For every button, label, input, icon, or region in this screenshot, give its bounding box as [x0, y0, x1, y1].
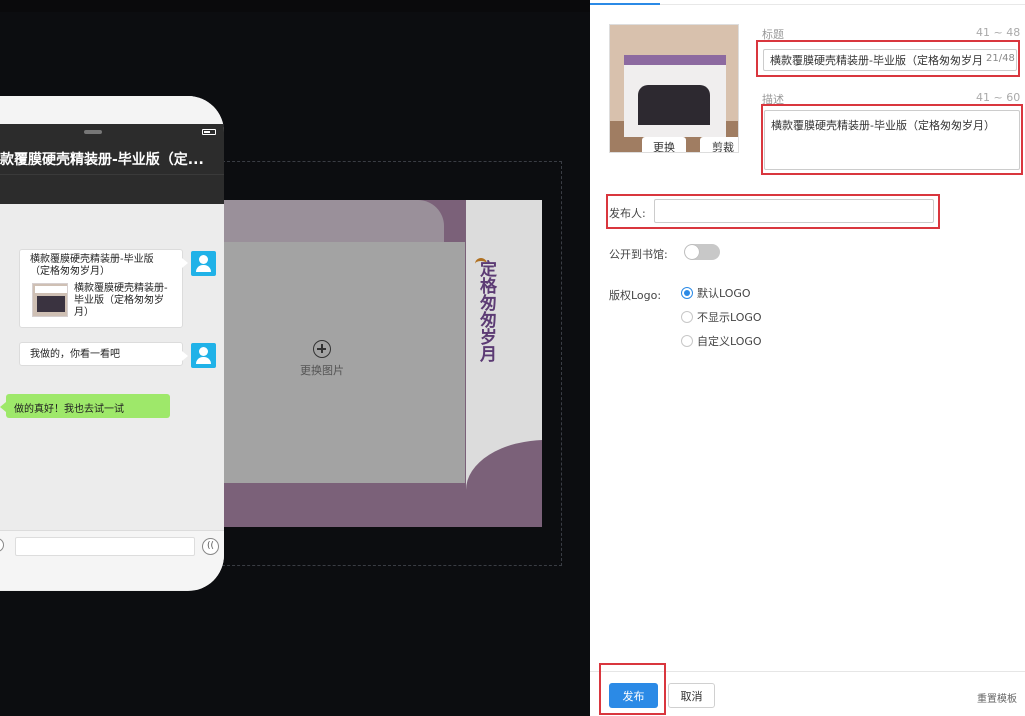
public-library-label: 公开到书馆: — [609, 248, 668, 261]
battery-icon — [202, 129, 216, 135]
friend-message: 做的真好！我也去试一试 — [0, 394, 170, 418]
share-card-thumbnail — [32, 283, 68, 317]
speaker-icon — [84, 130, 102, 134]
radio-icon[interactable] — [681, 311, 693, 323]
copyright-logo-label: 版权Logo: — [609, 289, 662, 302]
publisher-input[interactable] — [654, 199, 934, 223]
cancel-button[interactable]: 取消 — [668, 683, 715, 708]
logo-option-custom[interactable]: 自定义LOGO — [681, 335, 762, 351]
user-avatar-icon — [191, 251, 216, 276]
title-char-count: 21/48 — [986, 53, 1015, 64]
replace-image-label: 更换图片 — [300, 364, 344, 377]
reset-template-link[interactable]: 重置模板 — [977, 690, 1017, 705]
image-placeholder[interactable]: 更换图片 — [222, 242, 465, 483]
replace-image-button[interactable]: 更换图片 — [262, 340, 382, 378]
reply-message: 我做的，你看一看吧 — [19, 342, 188, 366]
cover-preview[interactable]: 定格匆匆岁月 更换图片 — [222, 200, 542, 527]
user-avatar-icon — [191, 343, 216, 368]
share-card-title: 横款覆膜硬壳精装册-毕业版（定格匆匆岁月） — [30, 254, 154, 277]
bubble-tail-icon — [182, 351, 188, 361]
phone-status-bar — [0, 124, 224, 140]
publish-settings-panel: 更换 剪裁 标题 41 ~ 48 21/48 描述 41 ~ 60 横款覆膜硬壳… — [590, 0, 1025, 716]
description-length-range: 41 ~ 60 — [976, 91, 1021, 104]
phone-preview: 款覆膜硬壳精装册-毕业版（定... 横款覆膜硬壳精装册-毕业版（定格匆匆岁月） … — [0, 96, 224, 591]
title-input[interactable] — [763, 49, 1017, 71]
thumbnail-book-band — [624, 55, 726, 65]
logo-option-none[interactable]: 不显示LOGO — [681, 311, 762, 327]
cover-thumbnail: 更换 剪裁 — [609, 24, 739, 153]
plus-circle-icon — [313, 340, 331, 358]
friend-message-text: 做的真好！我也去试一试 — [14, 404, 124, 415]
logo-option-default[interactable]: 默认LOGO — [681, 287, 751, 303]
replace-cover-button[interactable]: 更换 — [642, 137, 686, 152]
crop-cover-button[interactable]: 剪裁 — [700, 137, 738, 152]
editor-canvas: 定格匆匆岁月 更换图片 款覆膜硬壳精装册-毕业版（定... 横款覆膜硬壳精装册-… — [0, 0, 590, 716]
share-card-message: 横款覆膜硬壳精装册-毕业版（定格匆匆岁月） 横款覆膜硬壳精装册-毕业版（定格匆匆… — [19, 249, 188, 328]
radio-icon[interactable] — [681, 335, 693, 347]
bubble-tail-icon — [0, 402, 6, 412]
canvas-top-strip — [0, 0, 590, 12]
publisher-label: 发布人: — [609, 207, 646, 220]
phone-sub-bar — [0, 174, 224, 204]
publish-button[interactable]: 发布 — [609, 683, 658, 708]
title-length-range: 41 ~ 48 — [976, 26, 1021, 39]
description-input[interactable]: 横款覆膜硬壳精装册-毕业版（定格匆匆岁月） — [764, 110, 1020, 170]
logo-option-label: 不显示LOGO — [697, 311, 762, 324]
radio-selected-icon[interactable] — [681, 287, 693, 299]
reply-message-text: 我做的，你看一看吧 — [30, 349, 120, 360]
phone-bezel — [0, 96, 224, 124]
bubble-tail-icon — [182, 258, 188, 268]
logo-option-label: 自定义LOGO — [697, 335, 762, 348]
logo-option-label: 默认LOGO — [697, 287, 751, 300]
voice-icon: (( — [202, 538, 219, 555]
active-tab-indicator — [590, 3, 660, 5]
phone-message-input — [15, 537, 195, 556]
share-card-desc: 横款覆膜硬壳精装册-毕业版（定格匆匆岁月） — [74, 283, 168, 318]
phone-chat-title: 款覆膜硬壳精装册-毕业版（定... — [0, 152, 204, 168]
public-library-toggle[interactable] — [684, 244, 720, 260]
thumbnail-graduates — [638, 85, 710, 125]
cover-vertical-title: 定格匆匆岁月 — [476, 260, 496, 362]
